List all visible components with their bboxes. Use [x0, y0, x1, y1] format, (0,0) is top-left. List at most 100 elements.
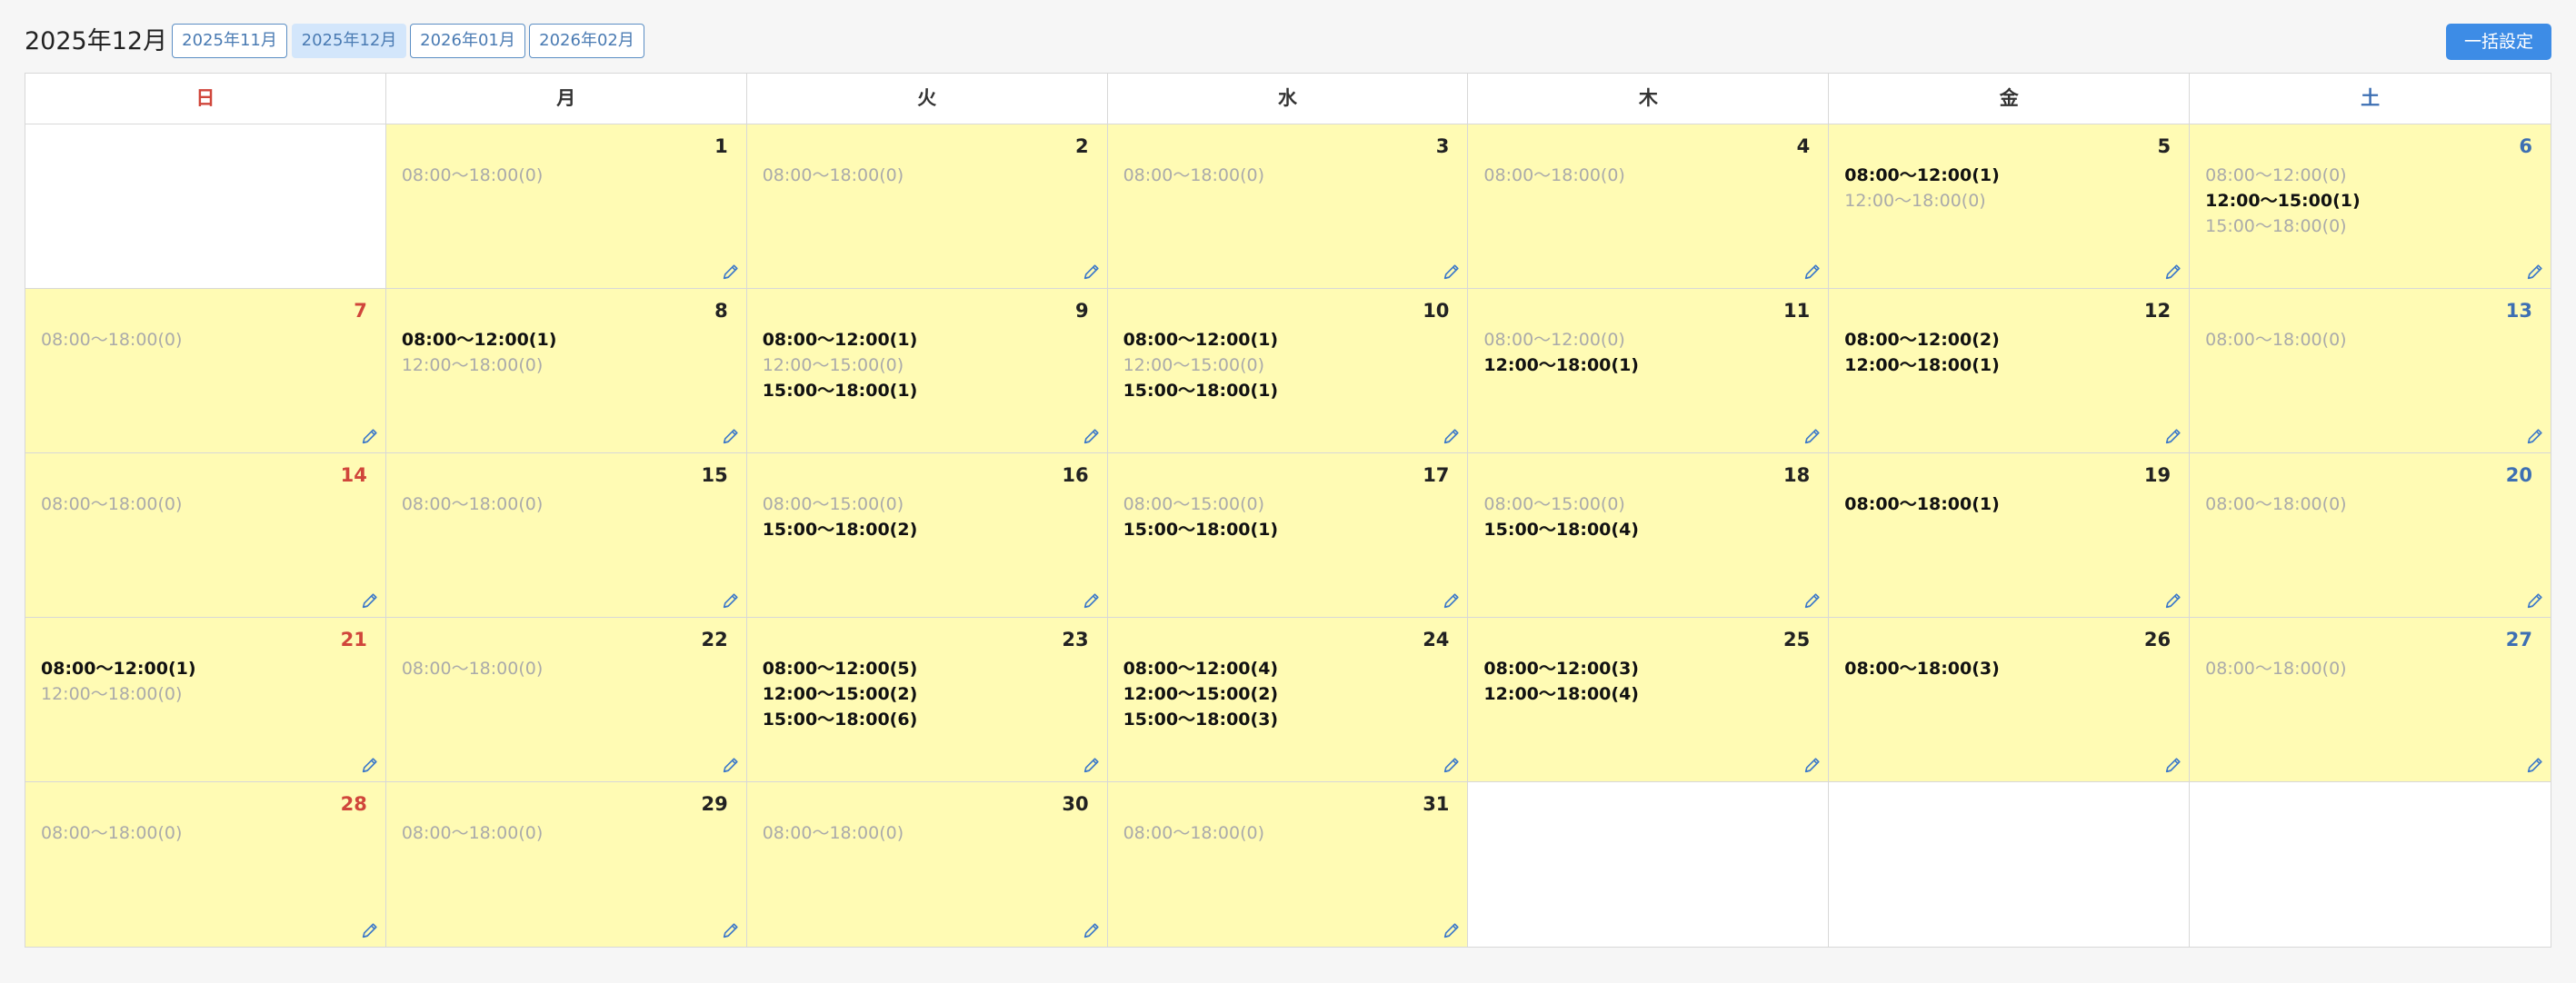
- day-cell[interactable]: 14 08:00〜18:00(0): [25, 453, 386, 618]
- day-number: 30: [1062, 793, 1089, 815]
- day-cell[interactable]: 25 08:00〜12:00(3) 12:00〜18:00(4): [1468, 618, 1830, 782]
- month-button-2025-11[interactable]: 2025年11月: [172, 24, 287, 58]
- time-slot: 08:00〜18:00(0): [401, 165, 544, 185]
- edit-pencil-icon[interactable]: [721, 920, 741, 940]
- bulk-settings-button[interactable]: 一括設定: [2446, 24, 2551, 60]
- edit-pencil-icon[interactable]: [2525, 755, 2545, 775]
- weekday-saturday: 土: [2190, 74, 2551, 124]
- day-number: 17: [1423, 464, 1450, 486]
- edit-pencil-icon[interactable]: [1442, 755, 1462, 775]
- time-slot-list: 08:00〜12:00(5) 12:00〜15:00(2) 15:00〜18:00(…: [763, 656, 918, 732]
- day-cell[interactable]: 1 08:00〜18:00(0): [385, 124, 747, 289]
- day-cell[interactable]: 16 08:00〜15:00(0) 15:00〜18:00(2): [746, 453, 1108, 618]
- day-cell[interactable]: 27 08:00〜18:00(0): [2190, 618, 2551, 782]
- edit-pencil-icon[interactable]: [1802, 755, 1822, 775]
- day-cell[interactable]: 28 08:00〜18:00(0): [25, 782, 386, 947]
- time-slot: 15:00〜18:00(3): [1123, 710, 1279, 730]
- time-slot: 08:00〜12:00(4): [1123, 659, 1279, 679]
- day-number: 7: [354, 300, 367, 322]
- day-cell[interactable]: 2 08:00〜18:00(0): [746, 124, 1108, 289]
- edit-pencil-icon[interactable]: [1082, 755, 1102, 775]
- day-cell[interactable]: 4 08:00〜18:00(0): [1468, 124, 1830, 289]
- edit-pencil-icon[interactable]: [1802, 591, 1822, 611]
- day-cell[interactable]: 9 08:00〜12:00(1) 12:00〜15:00(0) 15:00〜18:00…: [746, 289, 1108, 453]
- time-slot-list: 08:00〜15:00(0) 15:00〜18:00(4): [1483, 492, 1639, 542]
- day-cell[interactable]: 17 08:00〜15:00(0) 15:00〜18:00(1): [1107, 453, 1469, 618]
- edit-pencil-icon[interactable]: [360, 426, 380, 446]
- edit-pencil-icon[interactable]: [360, 920, 380, 940]
- edit-pencil-icon[interactable]: [2525, 426, 2545, 446]
- day-cell[interactable]: 5 08:00〜12:00(1) 12:00〜18:00(0): [1829, 124, 2191, 289]
- month-button-2025-12[interactable]: 2025年12月: [292, 24, 406, 58]
- day-number: 25: [1783, 629, 1811, 650]
- calendar-grid: 日 月 火 水 木 金 土 1 08:00〜18:00(0) 2 08:00〜18:0…: [25, 73, 2551, 948]
- day-cell[interactable]: 11 08:00〜12:00(0) 12:00〜18:00(1): [1468, 289, 1830, 453]
- time-slot-list: 08:00〜12:00(1) 12:00〜15:00(0) 15:00〜18:00(…: [763, 327, 918, 403]
- day-number: 11: [1783, 300, 1811, 322]
- edit-pencil-icon[interactable]: [1082, 920, 1102, 940]
- time-slot-list: 08:00〜12:00(1) 12:00〜18:00(0): [1844, 163, 2000, 213]
- day-cell[interactable]: 29 08:00〜18:00(0): [385, 782, 747, 947]
- time-slot: 08:00〜18:00(0): [1123, 165, 1264, 185]
- weekday-tuesday: 火: [746, 74, 1108, 124]
- edit-pencil-icon[interactable]: [1802, 262, 1822, 282]
- day-cell[interactable]: 20 08:00〜18:00(0): [2190, 453, 2551, 618]
- edit-pencil-icon[interactable]: [1082, 262, 1102, 282]
- day-cell[interactable]: 3 08:00〜18:00(0): [1107, 124, 1469, 289]
- edit-pencil-icon[interactable]: [721, 426, 741, 446]
- edit-pencil-icon[interactable]: [2163, 262, 2183, 282]
- day-cell[interactable]: 23 08:00〜12:00(5) 12:00〜15:00(2) 15:00〜18:0…: [746, 618, 1108, 782]
- time-slot: 08:00〜12:00(1): [1844, 165, 2000, 185]
- day-number: 1: [714, 135, 728, 157]
- day-cell[interactable]: 24 08:00〜12:00(4) 12:00〜15:00(2) 15:00〜18:0…: [1107, 618, 1469, 782]
- day-cell[interactable]: 12 08:00〜12:00(2) 12:00〜18:00(1): [1829, 289, 2191, 453]
- day-cell[interactable]: 31 08:00〜18:00(0): [1107, 782, 1469, 947]
- month-button-2026-02[interactable]: 2026年02月: [529, 24, 644, 58]
- edit-pencil-icon[interactable]: [1442, 426, 1462, 446]
- time-slot: 08:00〜15:00(0): [1483, 494, 1625, 514]
- day-cell[interactable]: 22 08:00〜18:00(0): [385, 618, 747, 782]
- time-slot-list: 08:00〜12:00(0) 12:00〜15:00(1) 15:00〜18:00(…: [2205, 163, 2361, 239]
- day-cell[interactable]: 10 08:00〜12:00(1) 12:00〜15:00(0) 15:00〜18:0…: [1107, 289, 1469, 453]
- edit-pencil-icon[interactable]: [2163, 755, 2183, 775]
- day-cell[interactable]: 15 08:00〜18:00(0): [385, 453, 747, 618]
- time-slot: 12:00〜15:00(1): [2205, 191, 2361, 211]
- day-number: 31: [1423, 793, 1450, 815]
- edit-pencil-icon[interactable]: [1442, 591, 1462, 611]
- time-slot: 08:00〜15:00(0): [1123, 494, 1264, 514]
- time-slot-list: 08:00〜12:00(2) 12:00〜18:00(1): [1844, 327, 2000, 378]
- time-slot-list: 08:00〜18:00(0): [402, 656, 543, 681]
- day-cell[interactable]: 21 08:00〜12:00(1) 12:00〜18:00(0): [25, 618, 386, 782]
- edit-pencil-icon[interactable]: [2163, 426, 2183, 446]
- month-button-2026-01[interactable]: 2026年01月: [410, 24, 525, 58]
- day-cell[interactable]: 6 08:00〜12:00(0) 12:00〜15:00(1) 15:00〜18:00…: [2190, 124, 2551, 289]
- day-cell[interactable]: 26 08:00〜18:00(3): [1829, 618, 2191, 782]
- edit-pencil-icon[interactable]: [1802, 426, 1822, 446]
- edit-pencil-icon[interactable]: [721, 591, 741, 611]
- time-slot-list: 08:00〜12:00(1) 12:00〜15:00(0) 15:00〜18:00(…: [1123, 327, 1279, 403]
- day-cell[interactable]: 8 08:00〜12:00(1) 12:00〜18:00(0): [385, 289, 747, 453]
- edit-pencil-icon[interactable]: [1442, 920, 1462, 940]
- day-cell[interactable]: 13 08:00〜18:00(0): [2190, 289, 2551, 453]
- edit-pencil-icon[interactable]: [1442, 262, 1462, 282]
- time-slot: 08:00〜12:00(0): [1483, 330, 1625, 350]
- time-slot-list: 08:00〜12:00(0) 12:00〜18:00(1): [1483, 327, 1639, 378]
- edit-pencil-icon[interactable]: [2525, 591, 2545, 611]
- day-number: 29: [701, 793, 728, 815]
- day-cell[interactable]: 18 08:00〜15:00(0) 15:00〜18:00(4): [1468, 453, 1830, 618]
- edit-pencil-icon[interactable]: [2525, 262, 2545, 282]
- edit-pencil-icon[interactable]: [1082, 591, 1102, 611]
- edit-pencil-icon[interactable]: [1082, 426, 1102, 446]
- time-slot: 12:00〜18:00(1): [1844, 355, 2000, 375]
- edit-pencil-icon[interactable]: [721, 262, 741, 282]
- time-slot: 08:00〜18:00(0): [401, 823, 544, 843]
- edit-pencil-icon[interactable]: [360, 755, 380, 775]
- day-cell[interactable]: 19 08:00〜18:00(1): [1829, 453, 2191, 618]
- edit-pencil-icon[interactable]: [721, 755, 741, 775]
- day-cell[interactable]: 7 08:00〜18:00(0): [25, 289, 386, 453]
- edit-pencil-icon[interactable]: [360, 591, 380, 611]
- time-slot: 08:00〜18:00(1): [1844, 494, 2000, 514]
- edit-pencil-icon[interactable]: [2163, 591, 2183, 611]
- time-slot-list: 08:00〜18:00(0): [402, 820, 543, 846]
- day-cell[interactable]: 30 08:00〜18:00(0): [746, 782, 1108, 947]
